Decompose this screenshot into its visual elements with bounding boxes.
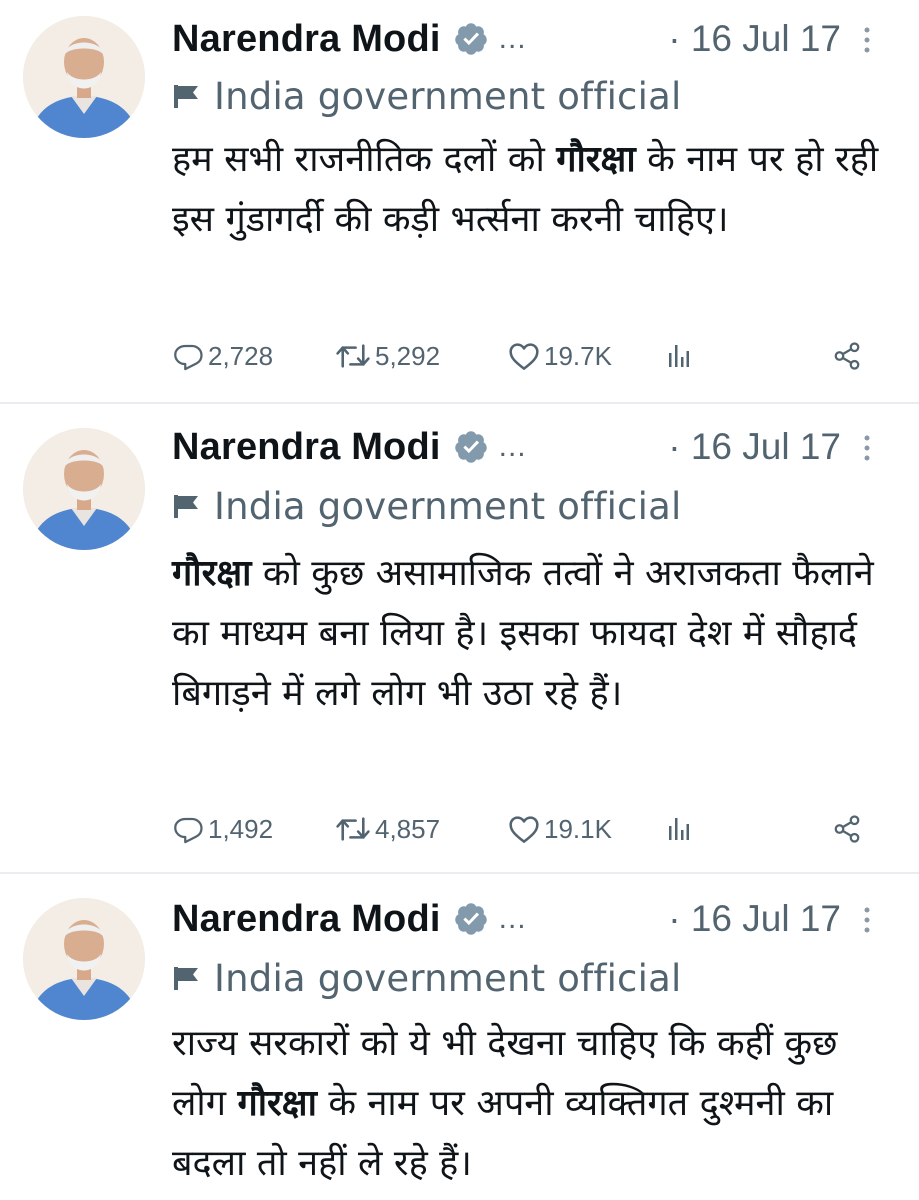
verified-badge-icon [454,903,487,935]
hashtag-word: गौरक्षा [172,553,252,594]
more-options-icon[interactable] [863,26,871,54]
hashtag-word: गौरक्षा [556,139,636,180]
like-button[interactable]: 19.7K [508,333,612,379]
tweet-text-part: हम सभी राजनीतिक दलों को [172,139,557,180]
share-icon [834,342,860,370]
government-flag-icon [174,495,198,518]
tweet-text: हम सभी राजनीतिक दलों को गौरक्षा के नाम प… [172,130,895,250]
tweet-text: राज्य सरकारों को ये भी देखना चाहिए कि कह… [172,1014,895,1194]
tweet[interactable]: Narendra Modi ... · 16 Jul 17 India gove… [0,874,919,1200]
account-label[interactable]: India government official [214,957,681,1000]
avatar[interactable] [23,898,145,1020]
more-options-icon[interactable] [863,434,871,462]
tweet-date[interactable]: · 16 Jul 17 [668,18,841,60]
tweet[interactable]: Narendra Modi ... · 16 Jul 17 India gove… [0,0,919,400]
more-options-icon[interactable] [863,906,871,934]
repost-button[interactable]: 5,292 [335,333,440,379]
views-icon [669,818,689,840]
account-label[interactable]: India government official [214,485,681,528]
verified-badge-icon [454,431,487,463]
share-button[interactable] [832,806,862,852]
account-label[interactable]: India government official [214,75,681,118]
repost-button[interactable]: 4,857 [335,806,440,852]
name-truncation: ... [498,430,527,463]
tweet-date[interactable]: · 16 Jul 17 [668,898,841,940]
avatar[interactable] [23,16,145,138]
government-flag-icon [174,85,198,108]
action-bar: 2,728 5,292 19.7K [172,333,872,379]
like-icon [509,816,539,843]
tweet[interactable]: Narendra Modi ... · 16 Jul 17 India gove… [0,404,919,870]
share-icon [834,815,860,843]
reply-icon [174,817,203,844]
reply-button[interactable]: 2,728 [174,333,273,379]
reply-count: 1,492 [208,813,274,844]
tweet-text-part: को कुछ असामाजिक तत्वों ने अराजकता फैलाने… [172,553,874,714]
verified-badge-icon [454,23,487,55]
views-button[interactable] [667,806,689,852]
tweet-date[interactable]: · 16 Jul 17 [668,426,841,468]
tweet-text: गौरक्षा को कुछ असामाजिक तत्वों ने अराजकत… [172,544,895,724]
author-name[interactable]: Narendra Modi [172,18,441,61]
like-button[interactable]: 19.1K [508,806,612,852]
reply-button[interactable]: 1,492 [174,806,273,852]
repost-count: 5,292 [375,340,441,371]
reply-icon [174,344,203,371]
name-truncation: ... [498,902,527,935]
government-flag-icon [174,967,198,990]
like-count: 19.7K [544,340,612,371]
repost-count: 4,857 [375,813,441,844]
author-name[interactable]: Narendra Modi [172,426,441,469]
repost-icon [336,344,370,368]
views-button[interactable] [667,333,689,379]
like-icon [509,343,539,370]
action-bar: 1,492 4,857 19.1K [172,806,872,852]
avatar[interactable] [23,428,145,550]
name-truncation: ... [498,22,527,55]
share-button[interactable] [832,333,862,379]
author-name[interactable]: Narendra Modi [172,898,441,941]
views-icon [669,345,689,367]
like-count: 19.1K [544,813,612,844]
reply-count: 2,728 [208,340,274,371]
hashtag-word: गौरक्षा [237,1083,317,1124]
repost-icon [336,817,370,841]
